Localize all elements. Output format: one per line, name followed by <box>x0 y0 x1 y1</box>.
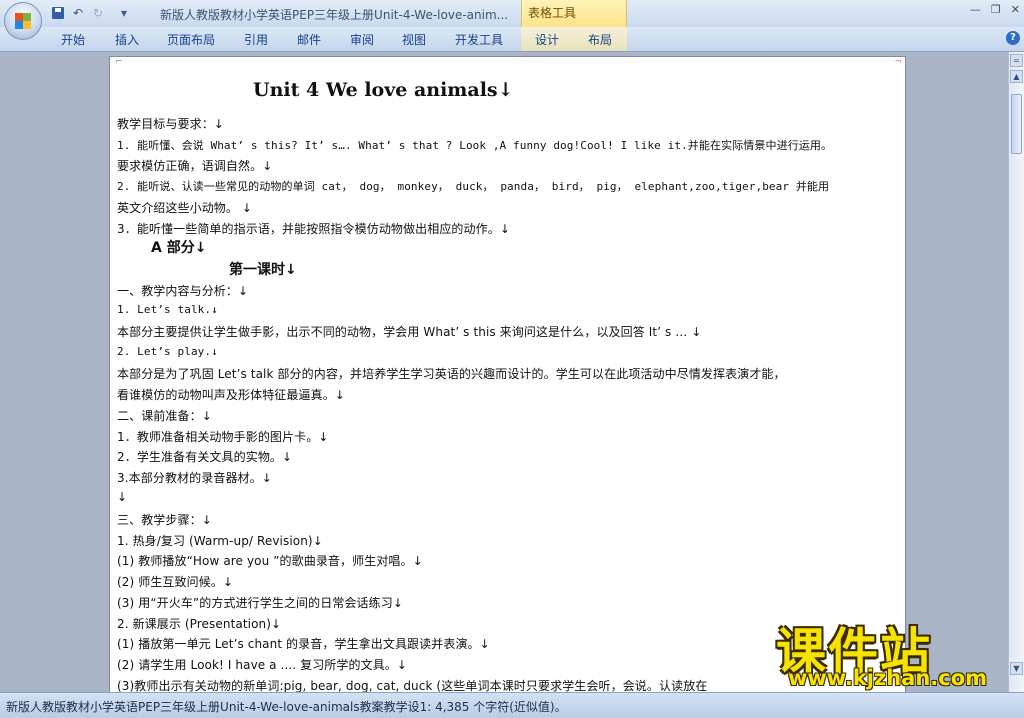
status-text: 新版人教版教材小学英语PEP三年级上册Unit-4-We-love-animal… <box>6 700 567 714</box>
tab-references[interactable]: 引用 <box>244 31 268 48</box>
office-logo-icon <box>15 13 31 29</box>
text-line: 1. 热身/复习 (Warm-up/ Revision)↓ <box>117 534 323 548</box>
text-line: 1．教师准备相关动物手影的图片卡。↓ <box>117 430 329 444</box>
document-heading: Unit 4 We love animals↓ <box>253 79 514 101</box>
window-controls: — ❐ ✕ <box>970 3 1020 16</box>
undo-icon: ↶ <box>72 6 84 20</box>
split-handle[interactable]: = <box>1010 54 1023 67</box>
text-line: 3．能听懂一些简单的指示语，并能按照指令模仿动物做出相应的动作。↓ <box>117 222 510 236</box>
text-line: 1. Let’s talk.↓ <box>117 303 218 316</box>
text-line: (2) 请学生用 Look! I have a .... 复习所学的文具。↓ <box>117 658 408 672</box>
tab-view[interactable]: 视图 <box>402 31 426 48</box>
text-line: 2. Let’s play.↓ <box>117 345 218 358</box>
text-line: 二、课前准备：↓ <box>117 409 212 423</box>
window-title: 新版人教版教材小学英语PEP三年级上册Unit-4-We-love-anim..… <box>160 8 509 22</box>
tab-review[interactable]: 审阅 <box>350 31 374 48</box>
tab-insert[interactable]: 插入 <box>115 31 139 48</box>
tab-home[interactable]: 开始 <box>61 31 85 48</box>
text-line: 2. 能听说、认读一些常见的动物的单词 cat， dog， monkey， du… <box>117 180 830 193</box>
vertical-scrollbar[interactable]: = ▲ ▼ <box>1008 52 1024 692</box>
text-line: 教学目标与要求：↓ <box>117 117 224 131</box>
text-line: 英文介绍这些小动物。 ↓ <box>117 201 253 215</box>
ribbon-tabs: 开始 插入 页面布局 引用 邮件 审阅 视图 开发工具 设计 布局 ? <box>0 27 1024 52</box>
text-line: 要求模仿正确，语调自然。↓ <box>117 159 273 173</box>
redo-button[interactable]: ↻ <box>90 5 106 21</box>
text-line: (1) 教师播放“How are you ”的歌曲录音，师生对唱。↓ <box>117 554 423 568</box>
help-icon[interactable]: ? <box>1006 31 1020 45</box>
text-line: 三、教学步骤：↓ <box>117 513 212 527</box>
document-page[interactable]: ⌐ ¬ Unit 4 We love animals↓ 教学目标与要求：↓ 1.… <box>110 57 905 697</box>
text-line: (3) 用“开火车”的方式进行学生之间的日常会话练习↓ <box>117 596 404 610</box>
margin-corner-mark: ⌐ <box>115 57 123 67</box>
scroll-up-button[interactable]: ▲ <box>1010 70 1023 83</box>
tab-developer[interactable]: 开发工具 <box>455 31 503 48</box>
lesson-title: 第一课时↓ <box>229 262 297 278</box>
customize-qat-button[interactable]: ▾ <box>116 5 132 21</box>
save-icon <box>52 7 64 19</box>
section-heading: A 部分↓ <box>151 240 207 256</box>
minimize-button[interactable]: — <box>970 3 981 16</box>
text-line: (1) 播放第一单元 Let’s chant 的录音，学生拿出文具跟读并表演。↓ <box>117 637 490 651</box>
context-tab-group-header: 表格工具 <box>521 0 627 27</box>
context-tab-group-label: 表格工具 <box>528 6 577 20</box>
text-line: 一、教学内容与分析：↓ <box>117 284 249 298</box>
tab-mailings[interactable]: 邮件 <box>297 31 321 48</box>
close-button[interactable]: ✕ <box>1011 3 1020 16</box>
watermark-url: www.kjzhan.com <box>788 666 988 690</box>
text-line: 本部分是为了巩固 Let’s talk 部分的内容，并培养学生学习英语的兴趣而设… <box>117 367 786 381</box>
tab-page-layout[interactable]: 页面布局 <box>167 31 215 48</box>
status-bar: 新版人教版教材小学英语PEP三年级上册Unit-4-We-love-animal… <box>0 692 1024 718</box>
text-line: 2．学生准备有关文具的实物。↓ <box>117 450 293 464</box>
text-line: 本部分主要提供让学生做手影，出示不同的动物，学会用 What’ s this 来… <box>117 325 702 339</box>
text-line: (2) 师生互致问候。↓ <box>117 575 234 589</box>
text-line: ↓ <box>117 490 128 504</box>
redo-icon: ↻ <box>92 6 104 20</box>
text-line: 1. 能听懂、会说 What’ s this? It’ s…. What’ s … <box>117 139 833 152</box>
quick-access-toolbar: ↶ ↻ ▾ <box>50 4 132 22</box>
chevron-down-icon: ▾ <box>120 6 128 20</box>
text-line: 2. 新课展示 (Presentation)↓ <box>117 617 282 631</box>
margin-corner-mark: ¬ <box>894 57 902 67</box>
tab-table-layout[interactable]: 布局 <box>588 31 612 48</box>
scroll-down-button[interactable]: ▼ <box>1010 662 1023 675</box>
save-button[interactable] <box>50 5 66 21</box>
restore-button[interactable]: ❐ <box>991 3 1001 16</box>
tab-table-design[interactable]: 设计 <box>535 31 559 48</box>
text-line: 看谁模仿的动物叫声及形体特征最逼真。↓ <box>117 388 345 402</box>
office-button[interactable] <box>4 2 42 40</box>
title-bar: ↶ ↻ ▾ 新版人教版教材小学英语PEP三年级上册Unit-4-We-love-… <box>0 0 1024 27</box>
text-line: 3.本部分教材的录音器材。↓ <box>117 471 272 485</box>
scroll-thumb[interactable] <box>1011 94 1022 154</box>
undo-button[interactable]: ↶ <box>70 5 86 21</box>
